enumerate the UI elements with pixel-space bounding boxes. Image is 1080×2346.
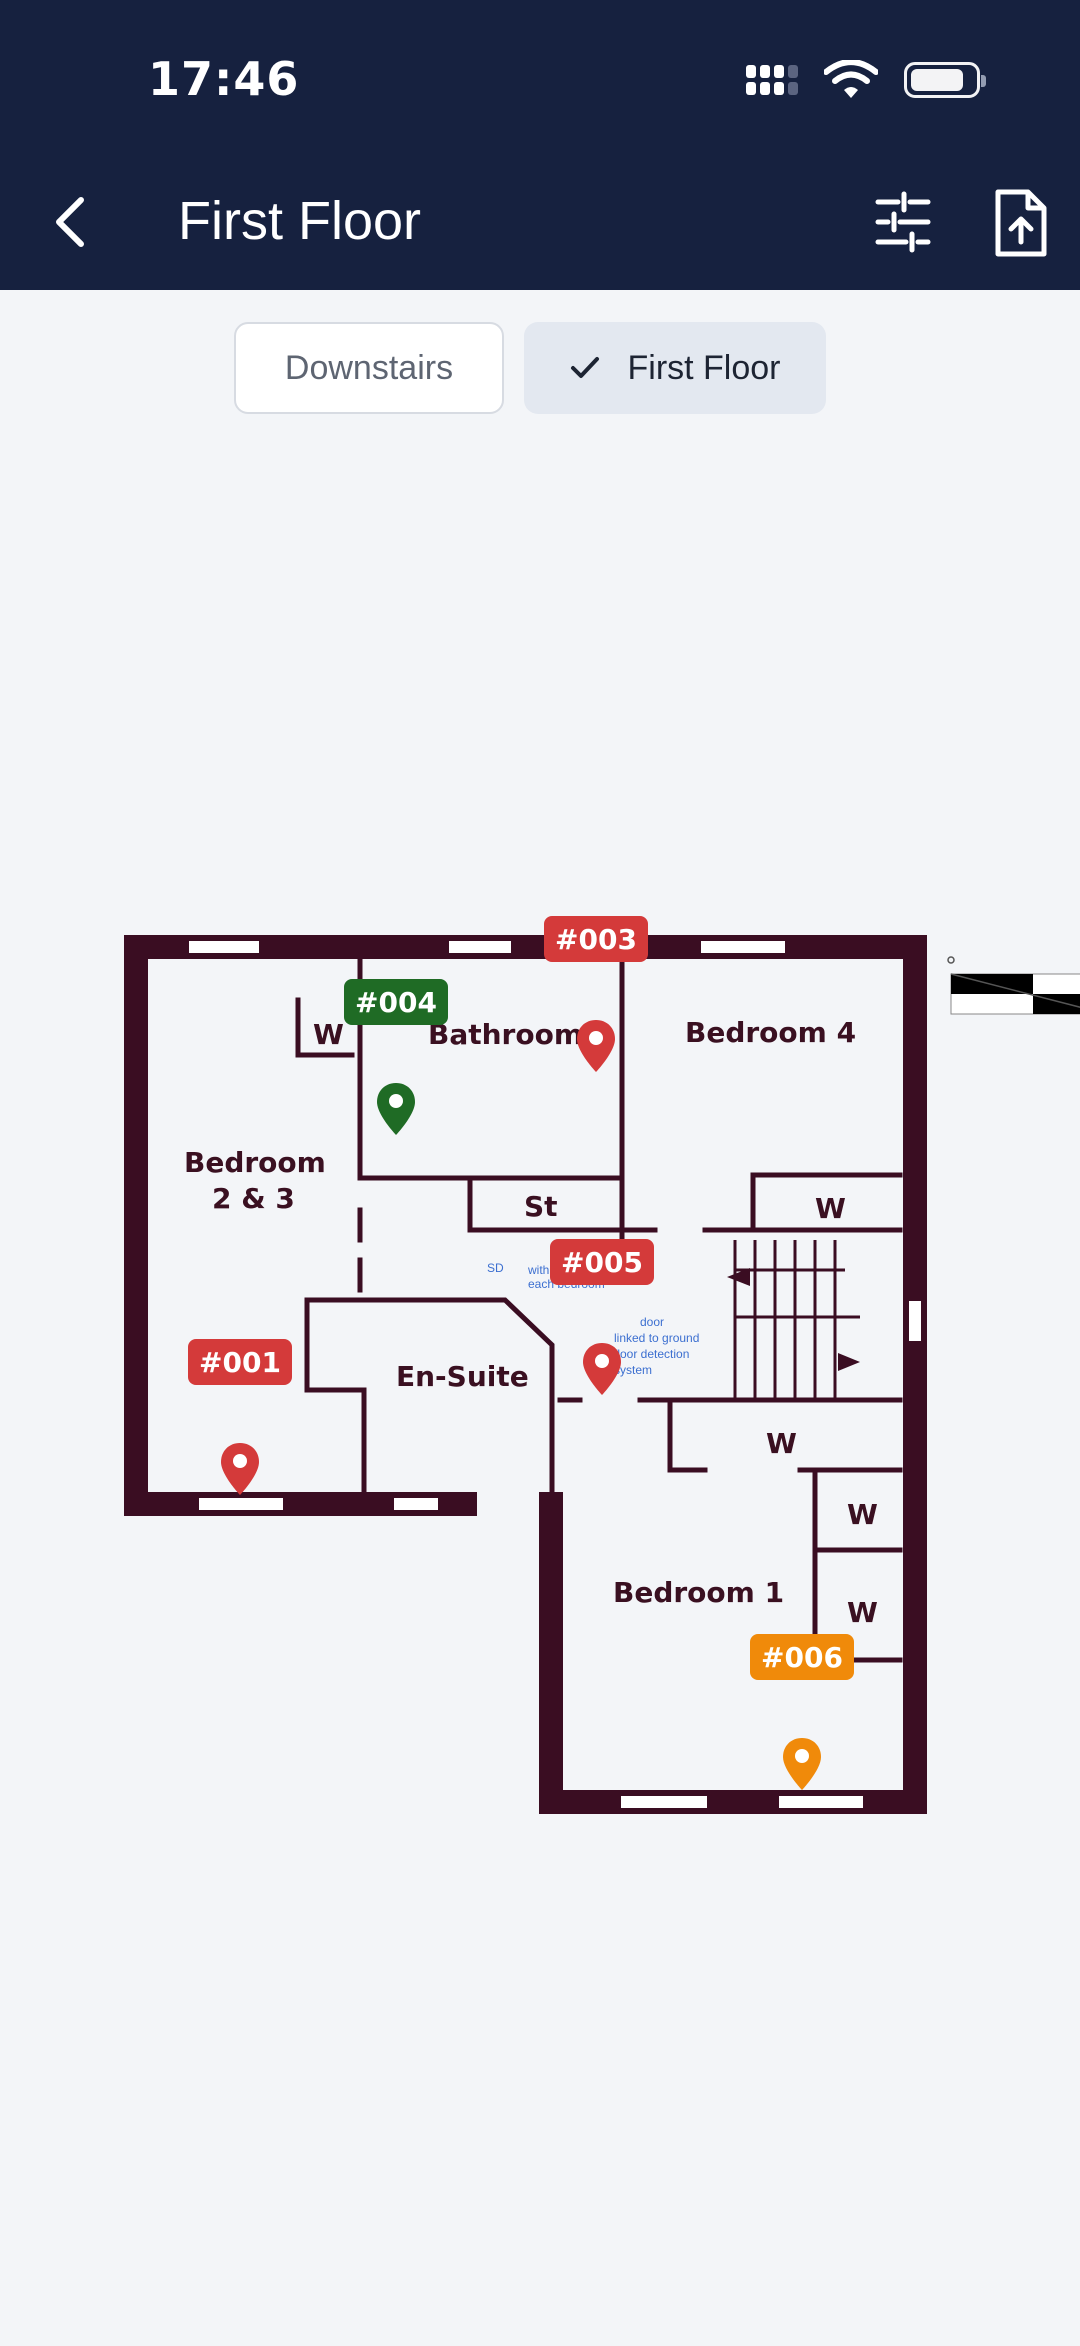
pin-label: #001 xyxy=(188,1339,292,1385)
status-icons xyxy=(746,58,986,102)
room-label-line: 2 & 3 xyxy=(212,1182,295,1215)
pin-label: #003 xyxy=(544,916,648,962)
map-pin-icon xyxy=(221,1443,259,1495)
status-time: 17:46 xyxy=(148,52,300,106)
room-label: W xyxy=(815,1192,846,1225)
floor-plan[interactable]: W Bathroom Bedroom 4 Bedroom 2 & 3 St W … xyxy=(0,900,1080,1840)
map-pin-icon xyxy=(783,1738,821,1790)
room-label: Bedroom 1 xyxy=(613,1576,784,1609)
file-upload-icon xyxy=(995,189,1047,257)
room-label: Bathroom xyxy=(428,1018,583,1051)
check-icon xyxy=(570,357,599,378)
battery-icon xyxy=(904,62,986,98)
room-label: St xyxy=(524,1190,558,1223)
map-pin-icon xyxy=(377,1083,415,1135)
export-file-button[interactable] xyxy=(992,186,1050,260)
tab-first-floor[interactable]: First Floor xyxy=(524,322,826,414)
pin-label: #005 xyxy=(550,1239,654,1285)
wifi-icon xyxy=(824,60,878,98)
signal-icon xyxy=(746,65,798,95)
floor-plan-drawing: W Bathroom Bedroom 4 Bedroom 2 & 3 St W … xyxy=(124,935,1080,1814)
note-sd: SD xyxy=(487,1261,504,1275)
tab-downstairs[interactable]: Downstairs xyxy=(234,322,504,414)
room-label: En-Suite xyxy=(396,1360,529,1393)
room-label: W xyxy=(313,1018,344,1051)
pin-label: #004 xyxy=(344,979,448,1025)
page-title: First Floor xyxy=(178,191,421,251)
scale-bar xyxy=(947,956,1080,1015)
map-pin-icon xyxy=(583,1343,621,1395)
app-header: 17:46 First Floor xyxy=(0,0,1080,290)
tab-label: First Floor xyxy=(627,348,781,387)
room-label: Bedroom 4 xyxy=(685,1016,856,1049)
room-label: W xyxy=(847,1498,878,1531)
back-button[interactable] xyxy=(40,186,100,258)
pin-label: #006 xyxy=(750,1634,854,1680)
room-label: W xyxy=(847,1596,878,1629)
sliders-icon xyxy=(875,191,931,253)
tab-label: Downstairs xyxy=(284,348,454,387)
room-label-line: Bedroom xyxy=(184,1146,326,1179)
note-door: door linked to ground floor detection syste… xyxy=(614,1315,699,1377)
room-label: W xyxy=(766,1427,797,1460)
chevron-left-icon xyxy=(56,197,84,247)
filter-button[interactable] xyxy=(868,190,938,254)
room-label: Bedroom 2 & 3 xyxy=(184,1146,336,1215)
map-pin-icon xyxy=(577,1020,615,1072)
